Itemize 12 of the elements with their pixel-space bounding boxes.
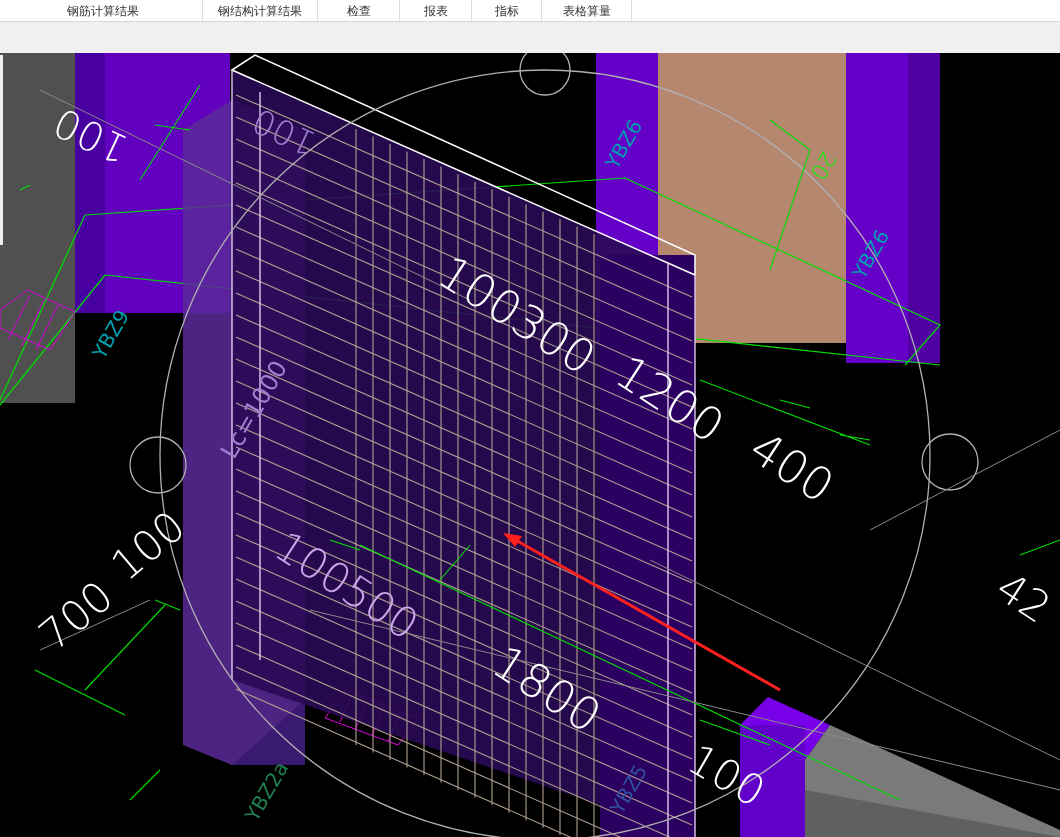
menu-tab[interactable]: 指标 xyxy=(472,0,542,21)
dimension-label: 42 xyxy=(987,562,1060,633)
dimension-label: 20 xyxy=(805,147,842,185)
dimension-label: 100 xyxy=(46,98,136,173)
menu-tab[interactable]: 钢筋计算结果 xyxy=(3,0,203,21)
menu-tab[interactable]: 报表 xyxy=(400,0,472,21)
menu-tab[interactable]: 钢结构计算结果 xyxy=(203,0,318,21)
dimension-label: 100 xyxy=(679,734,774,817)
menu-tab[interactable]: 表格算量 xyxy=(542,0,632,21)
dimension-label: 400 xyxy=(740,420,844,514)
dimension-label: 100 xyxy=(246,100,322,165)
menu-tab[interactable]: 检查 xyxy=(318,0,400,21)
